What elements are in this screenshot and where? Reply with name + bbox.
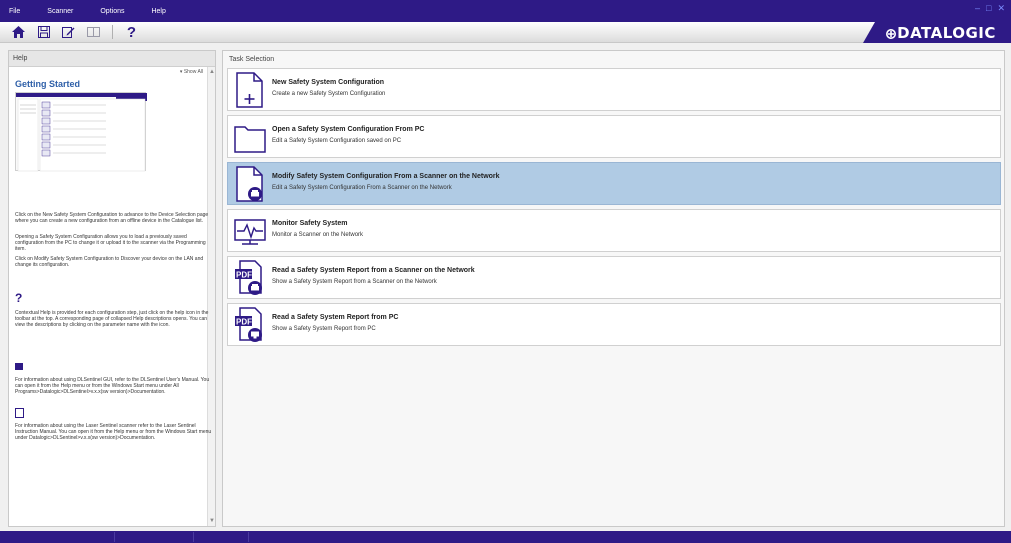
compare-icon[interactable] xyxy=(87,26,100,39)
pdf-scanner-icon: PDF xyxy=(234,260,266,296)
menu-help[interactable]: Help xyxy=(151,8,165,15)
task-title: Modify Safety System Configuration From … xyxy=(272,173,500,180)
task-description: Edit a Safety System Configuration From … xyxy=(272,185,452,191)
logo-mark-icon xyxy=(886,28,897,39)
save-icon[interactable] xyxy=(37,26,50,39)
datalogic-logo: DATALOGIC xyxy=(886,24,996,42)
restore-button[interactable]: □ xyxy=(986,3,991,14)
help-paragraph-open-config: Opening a Safety System Configuration al… xyxy=(15,234,206,252)
getting-started-title: Getting Started xyxy=(15,79,81,89)
task-title: Read a Safety System Report from a Scann… xyxy=(272,267,475,274)
help-paragraph-scanner-manual: For information about using the Laser Se… xyxy=(15,423,212,441)
task-selection-title: Task Selection xyxy=(229,56,275,63)
toolbar: ? xyxy=(0,22,1011,43)
svg-text:PDF: PDF xyxy=(236,271,252,280)
menu-bar: File Scanner Options Help – □ ✕ xyxy=(0,0,1011,22)
status-divider xyxy=(114,532,115,542)
status-divider xyxy=(248,532,249,542)
task-title: Monitor Safety System xyxy=(272,220,348,227)
instruction-manual-icon xyxy=(15,408,24,418)
home-icon[interactable] xyxy=(12,26,25,39)
close-button[interactable]: ✕ xyxy=(997,3,1005,14)
menu-options[interactable]: Options xyxy=(100,8,124,15)
task-new-configuration[interactable]: New Safety System Configuration Create a… xyxy=(227,68,1001,111)
task-monitor-system[interactable]: Monitor Safety System Monitor a Scanner … xyxy=(227,209,1001,252)
task-selection-panel: Task Selection New Safety System Configu… xyxy=(222,50,1005,527)
brand-banner: DATALOGIC xyxy=(863,22,1011,43)
menu-scanner[interactable]: Scanner xyxy=(47,8,73,15)
task-description: Show a Safety System Report from a Scann… xyxy=(272,279,437,285)
menu-file[interactable]: File xyxy=(9,8,20,15)
help-scrollbar[interactable]: ▲ ▼ xyxy=(207,67,215,526)
task-description: Create a new Safety System Configuration xyxy=(272,91,386,97)
help-icon[interactable]: ? xyxy=(125,24,138,41)
scroll-up-arrow-icon[interactable]: ▲ xyxy=(209,69,215,75)
help-paragraph-new-config: Click on the New Safety System Configura… xyxy=(15,212,209,224)
help-paragraph-contextual: Contextual Help is provided for each con… xyxy=(15,310,209,328)
scroll-down-arrow-icon[interactable]: ▼ xyxy=(209,518,215,524)
task-description: Show a Safety System Report from PC xyxy=(272,326,376,332)
task-title: Read a Safety System Report from PC xyxy=(272,314,399,321)
task-modify-from-scanner[interactable]: Modify Safety System Configuration From … xyxy=(227,162,1001,205)
svg-text:PDF: PDF xyxy=(236,318,252,327)
status-divider xyxy=(193,532,194,542)
help-paragraph-gui-manual: For information about using DLSentinel G… xyxy=(15,377,210,395)
task-title: New Safety System Configuration xyxy=(272,79,385,86)
help-panel: Help ▲ ▼ ▾ Show All Getting Started Clic… xyxy=(8,50,216,527)
getting-started-thumbnail xyxy=(15,92,147,172)
show-all-link[interactable]: ▾ Show All xyxy=(180,69,203,75)
new-document-icon xyxy=(234,72,266,108)
monitor-waveform-icon xyxy=(234,213,266,249)
help-paragraph-modify-config: Click on Modify Safety System Configurat… xyxy=(15,256,204,268)
task-title: Open a Safety System Configuration From … xyxy=(272,126,425,133)
manual-book-icon xyxy=(15,363,23,370)
scanner-document-icon xyxy=(234,166,266,202)
logo-text: DATALOGIC xyxy=(897,23,996,42)
task-report-from-scanner[interactable]: PDF Read a Safety System Report from a S… xyxy=(227,256,1001,299)
pdf-pc-icon: PDF xyxy=(234,307,266,343)
contextual-help-icon: ? xyxy=(15,291,23,305)
toolbar-separator xyxy=(112,25,113,39)
status-bar xyxy=(0,531,1011,543)
folder-icon xyxy=(234,119,266,155)
task-report-from-pc[interactable]: PDF Read a Safety System Report from PC … xyxy=(227,303,1001,346)
minimize-button[interactable]: – xyxy=(975,3,980,14)
task-open-from-pc[interactable]: Open a Safety System Configuration From … xyxy=(227,115,1001,158)
help-panel-title: Help xyxy=(9,51,215,67)
edit-icon[interactable] xyxy=(62,26,75,39)
task-description: Monitor a Scanner on the Network xyxy=(272,232,364,238)
task-description: Edit a Safety System Configuration saved… xyxy=(272,138,402,144)
window-controls: – □ ✕ xyxy=(975,3,1005,14)
